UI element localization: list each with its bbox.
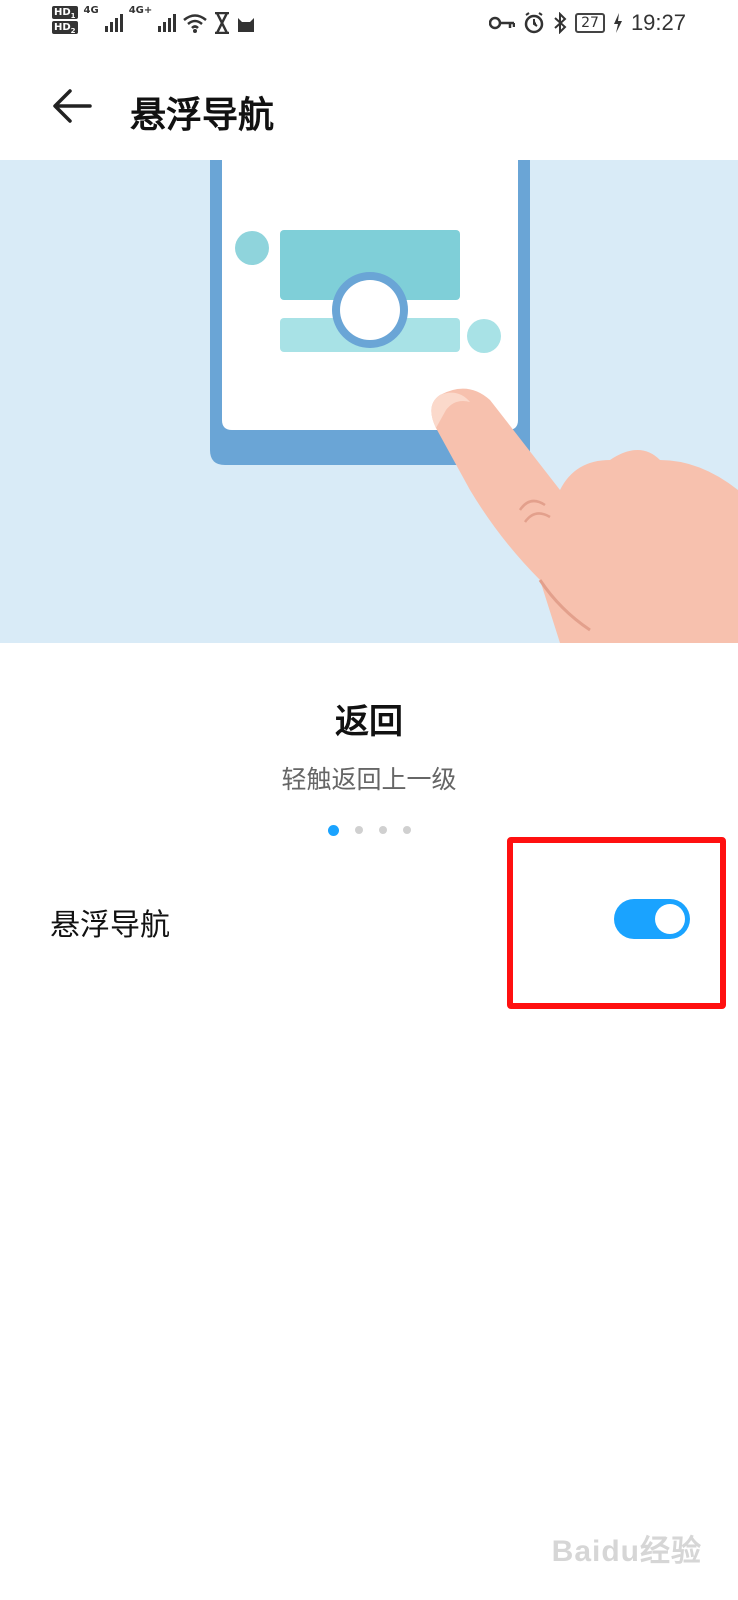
wifi-icon: [183, 14, 208, 33]
baidu-watermark: Baidu经验: [551, 1535, 702, 1568]
carousel-title: 返回: [335, 702, 403, 742]
screen-dot-left: [235, 231, 269, 265]
signal-icon-2: [158, 10, 177, 32]
back-arrow-icon[interactable]: [50, 84, 94, 128]
carousel-subtitle: 轻触返回上一级: [281, 765, 457, 794]
page-dot-4[interactable]: [402, 826, 411, 834]
status-right: 27 19:27: [489, 10, 686, 36]
page-dot-2[interactable]: [354, 826, 363, 834]
phone-hand-illustration: [210, 160, 738, 643]
status-left: HD1 HD2 4G 4G+: [52, 5, 256, 35]
hd1-badge: HD1: [52, 6, 78, 20]
screen-dot-right: [467, 319, 501, 353]
floating-nav-button: [340, 280, 400, 340]
battery-icon: 27: [575, 13, 605, 33]
hd2-badge: HD2: [52, 21, 78, 35]
key-icon: [489, 16, 516, 30]
network-type-2: 4G+: [128, 5, 153, 16]
network-type-1: 4G: [83, 5, 99, 16]
alarm-icon: [524, 12, 544, 34]
page-dot-3[interactable]: [378, 826, 387, 834]
app-header: 悬浮导航: [0, 60, 738, 160]
red-highlight-box: [507, 837, 726, 1009]
page-title: 悬浮导航: [130, 95, 275, 136]
setting-label: 悬浮导航: [50, 908, 170, 943]
status-bar: HD1 HD2 4G 4G+ 27 19:27: [0, 0, 738, 50]
bluetooth-icon: [554, 12, 567, 34]
cat-icon: [238, 18, 255, 32]
page-dot-1[interactable]: [327, 825, 339, 836]
hourglass-icon: [215, 12, 230, 34]
finger-hand: [431, 388, 738, 643]
clock: 19:27: [630, 10, 686, 35]
hd-indicators: HD1 HD2: [52, 6, 78, 35]
page-indicator: [0, 825, 738, 836]
charging-icon: [613, 13, 622, 33]
signal-icon: [104, 10, 123, 32]
gesture-illustration: [0, 160, 738, 643]
